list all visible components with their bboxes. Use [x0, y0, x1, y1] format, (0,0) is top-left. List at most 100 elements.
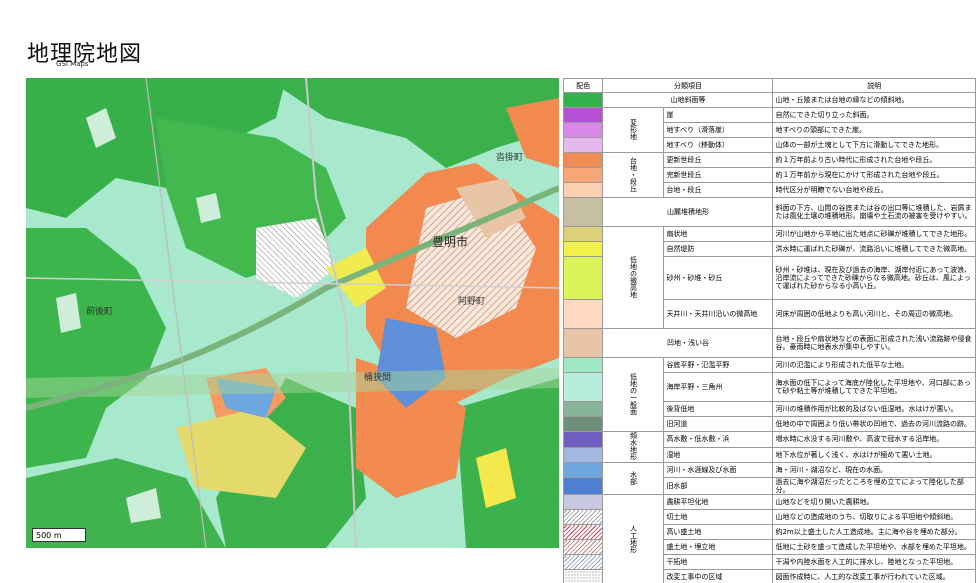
- legend-item: 天井川・天井川沿いの微高地: [664, 300, 773, 329]
- legend-item: 扇状地: [664, 227, 773, 242]
- legend-description: 地下水位が著しく浅く、水はけが極めて悪い土地。: [773, 447, 976, 463]
- land-condition-map[interactable]: 豊明市 沓掛町 前後町 阿野町 桶狭間 500 m: [26, 78, 559, 548]
- header-item: 分類項目: [603, 79, 773, 93]
- legend-item: 旧河道: [664, 417, 773, 432]
- legend-swatch: [564, 300, 603, 329]
- legend-swatch: [564, 329, 603, 358]
- legend-description: 干潟や内陸水面を人工的に排水し、陸地となった平坦地。: [773, 555, 976, 570]
- legend-item: 砂州・砂堆・砂丘: [664, 257, 773, 300]
- legend-row: 変形地崖自然にできた切り立った斜面。: [564, 108, 976, 123]
- legend-swatch: [564, 570, 603, 583]
- legend-item: 自然堤防: [664, 242, 773, 257]
- legend-swatch: [564, 93, 603, 108]
- legend-description: 低地に土砂を盛って造成した平坦地や、水部を埋めた平坦地。: [773, 540, 976, 555]
- legend-row: 水部河川・水涯線及び水面海・河川・湖沼など、現在の水面。: [564, 463, 976, 478]
- legend-item: 山地斜面等: [603, 93, 773, 108]
- legend-item: 谷底平野・氾濫平野: [664, 358, 773, 373]
- legend-item: 地すべり（滑落崖）: [664, 123, 773, 138]
- legend-item: 崖: [664, 108, 773, 123]
- legend-row: 台地・段丘更新世段丘約１万年前より古い時代に形成された台地や段丘。: [564, 153, 976, 168]
- legend-group-label: 台地・段丘: [603, 153, 664, 198]
- legend-description: 約2m以上盛土した人工造成地。主に海や谷を埋めた部分。: [773, 525, 976, 540]
- legend-description: 海水面の低下によって海底が陸化した平坦地や、河口部にあって砂や粘土等が堆積してで…: [773, 373, 976, 402]
- legend-item: 高水敷・低水敷・浜: [664, 432, 773, 448]
- legend-group-text: 低地の微高地: [628, 256, 638, 298]
- legend-description: 河川の氾濫により形成された低平な土地。: [773, 358, 976, 373]
- legend-group-label: 低地の微高地: [603, 227, 664, 329]
- legend-description: 低地の中で周囲より低い帯状の凹地で、過去の河川流路の跡。: [773, 417, 976, 432]
- legend-description: 約１万年前から現在にかけて形成された台地や段丘。: [773, 168, 976, 183]
- legend-swatch: [564, 183, 603, 198]
- legend-swatch: [564, 447, 603, 463]
- legend-item: 湿地: [664, 447, 773, 463]
- legend-item: 台地・段丘: [664, 183, 773, 198]
- legend-row: 低地の微高地扇状地河川が山地から平地に出た地点に砂礫が堆積してできた地形。: [564, 227, 976, 242]
- place-label: 豊明市: [432, 234, 468, 249]
- legend-description: 河川が山地から平地に出た地点に砂礫が堆積してできた地形。: [773, 227, 976, 242]
- legend-swatch: [564, 540, 603, 555]
- legend-row: 凹地・浅い谷台地・段丘や扇状地などの表面に形成された浅い流路跡や侵食谷。豪雨時に…: [564, 329, 976, 358]
- legend-row: 頻水地形高水敷・低水敷・浜増水時に水没する河川敷や、高波で冠水する沿岸地。: [564, 432, 976, 448]
- legend-group-label: 低地の一般面: [603, 358, 664, 432]
- legend-swatch: [564, 510, 603, 525]
- legend-row: 低地の一般面谷底平野・氾濫平野河川の氾濫により形成された低平な土地。: [564, 358, 976, 373]
- legend-header-row: 配色 分類項目 説明: [564, 79, 976, 93]
- legend-item: 海岸平野・三角州: [664, 373, 773, 402]
- legend-swatch: [564, 373, 603, 402]
- legend-swatch: [564, 123, 603, 138]
- legend-swatch: [564, 153, 603, 168]
- legend-swatch: [564, 478, 603, 495]
- legend-item: 完新世段丘: [664, 168, 773, 183]
- legend-swatch: [564, 432, 603, 448]
- legend-swatch: [564, 168, 603, 183]
- header-color: 配色: [564, 79, 603, 93]
- legend-swatch: [564, 358, 603, 373]
- legend-description: 砂州・砂堆は、現在及び過去の海岸、湖岸付近にあって波浪、沿岸流によってできた砂礫…: [773, 257, 976, 300]
- legend-description: 過去に海や湖沼だったところを埋め立てによって陸化した部分。: [773, 478, 976, 495]
- legend-description: 図面作成時に、人工的な改変工事が行われていた区域。: [773, 570, 976, 583]
- legend-panel: 配色 分類項目 説明 山地斜面等山地・丘陵または台地の縁などの傾斜地。変形地崖自…: [563, 78, 976, 583]
- legend-swatch: [564, 555, 603, 570]
- legend-group-text: 低地の一般面: [628, 373, 638, 415]
- legend-group-text: 水部: [628, 471, 638, 485]
- place-label: 阿野町: [458, 296, 485, 307]
- scale-bar: 500 m: [32, 528, 86, 542]
- legend-group-text: 頻水地形: [628, 432, 638, 460]
- legend-swatch: [564, 108, 603, 123]
- legend-swatch: [564, 402, 603, 417]
- legend-swatch: [564, 138, 603, 153]
- legend-group-label: 変形地: [603, 108, 664, 153]
- place-label: 沓掛町: [496, 151, 523, 163]
- map-canvas: 豊明市 沓掛町 前後町 阿野町 桶狭間: [26, 78, 559, 548]
- legend-description: 地すべりの頭部にできた崖。: [773, 123, 976, 138]
- legend-group-text: 人工地形: [628, 525, 638, 553]
- legend-swatch: [564, 227, 603, 242]
- legend-description: 約１万年前より古い時代に形成された台地や段丘。: [773, 153, 976, 168]
- legend-item: 干拓地: [664, 555, 773, 570]
- header-description: 説明: [773, 79, 976, 93]
- legend-swatch: [564, 495, 603, 510]
- legend-description: 斜面の下方、山間の谷底または谷の出口等に堆積した、岩屑または風化土壌の堆積地形。…: [773, 198, 976, 227]
- legend-item: 河川・水涯線及び水面: [664, 463, 773, 478]
- legend-group-text: 台地・段丘: [628, 157, 638, 192]
- legend-table: 配色 分類項目 説明 山地斜面等山地・丘陵または台地の縁などの傾斜地。変形地崖自…: [563, 78, 976, 583]
- legend-group-text: 変形地: [628, 119, 638, 140]
- legend-row: 山麓堆積地形斜面の下方、山間の谷底または谷の出口等に堆積した、岩屑または風化土壌…: [564, 198, 976, 227]
- legend-row: 山地斜面等山地・丘陵または台地の縁などの傾斜地。: [564, 93, 976, 108]
- legend-item: 農耕平坦化地: [664, 495, 773, 510]
- legend-item: 盛土地・埋立地: [664, 540, 773, 555]
- legend-swatch: [564, 242, 603, 257]
- legend-group-label: 水部: [603, 463, 664, 495]
- place-label: 桶狭間: [364, 371, 391, 383]
- legend-swatch: [564, 525, 603, 540]
- legend-item: 高い盛土地: [664, 525, 773, 540]
- legend-swatch: [564, 463, 603, 478]
- legend-description: 台地・段丘や扇状地などの表面に形成された浅い流路跡や侵食谷。豪雨時に地表水が集中…: [773, 329, 976, 358]
- legend-swatch: [564, 198, 603, 227]
- legend-item: 地すべり（移動体）: [664, 138, 773, 153]
- legend-row: 人工地形農耕平坦化地山地などを切り開いた農耕地。: [564, 495, 976, 510]
- legend-swatch: [564, 417, 603, 432]
- legend-item: 切土地: [664, 510, 773, 525]
- legend-description: 山地・丘陵または台地の縁などの傾斜地。: [773, 93, 976, 108]
- legend-description: 河床が周囲の低地よりも高い河川と、その周辺の微高地。: [773, 300, 976, 329]
